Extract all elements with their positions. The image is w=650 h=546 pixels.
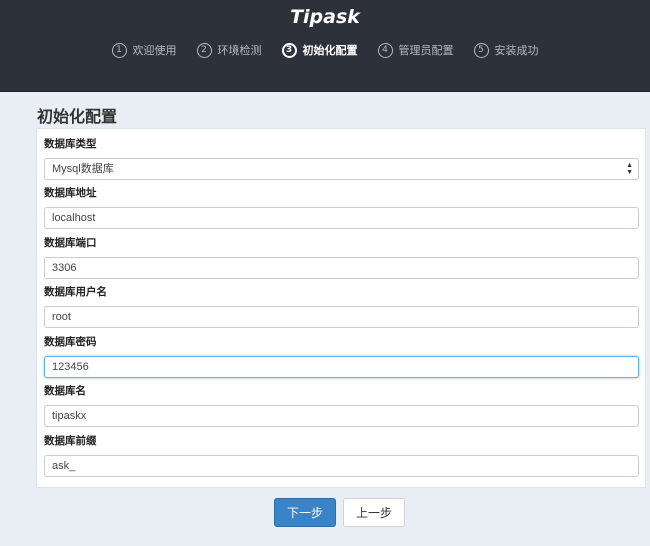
step-label: 环境检测 <box>217 44 262 57</box>
page-title: 初始化配置 <box>37 107 118 126</box>
step-label: 管理员配置 <box>398 44 454 57</box>
field-db-user: 数据库用户名 <box>44 284 639 328</box>
step-label: 安装成功 <box>494 44 539 57</box>
step-number-5: 5 <box>473 42 489 58</box>
db-port-label: 数据库端口 <box>44 237 97 249</box>
step-label: 初始化配置 <box>302 44 358 57</box>
step-number-2: 2 <box>196 42 212 58</box>
field-db-name: 数据库名 <box>44 383 639 427</box>
db-name-input[interactable] <box>44 405 639 427</box>
field-db-type: 数据库类型 Mysql数据库 ▲ ▼ <box>44 136 639 180</box>
step-number-1: 1 <box>111 42 127 58</box>
form-actions: 下一步 上一步 <box>29 498 650 527</box>
step-admin-config: 4 管理员配置 <box>377 42 454 58</box>
field-db-host: 数据库地址 <box>44 185 639 229</box>
db-type-selected: Mysql数据库 <box>52 163 114 175</box>
step-label: 欢迎使用 <box>132 44 177 57</box>
db-user-label: 数据库用户名 <box>44 286 107 298</box>
db-type-select[interactable]: Mysql数据库 ▲ ▼ <box>44 158 639 180</box>
db-password-label: 数据库密码 <box>44 336 97 348</box>
main-content: 初始化配置 数据库类型 Mysql数据库 ▲▼ 数据库地址 数据库端口 数据库用… <box>29 93 650 541</box>
next-step-button[interactable]: 下一步 <box>273 498 336 527</box>
step-init-config: 3 初始化配置 <box>281 42 358 58</box>
step-install-done: 5 安装成功 <box>473 42 539 58</box>
config-form: 数据库类型 Mysql数据库 ▲▼ 数据库地址 数据库端口 数据库用户名 数据库… <box>36 128 646 488</box>
db-port-input[interactable] <box>44 257 639 279</box>
db-prefix-input[interactable] <box>44 455 639 477</box>
step-env-check: 2 环境检测 <box>196 42 262 58</box>
prev-step-button[interactable]: 上一步 <box>343 498 406 527</box>
brand-logo: Tipask <box>290 6 360 28</box>
db-prefix-label: 数据库前缀 <box>44 435 97 447</box>
db-user-input[interactable] <box>44 306 639 328</box>
install-steps: 1 欢迎使用 2 环境检测 3 初始化配置 4 管理员配置 5 安装成功 <box>0 42 650 58</box>
step-number-3: 3 <box>281 42 297 58</box>
db-password-input[interactable] <box>44 356 639 378</box>
step-welcome: 1 欢迎使用 <box>111 42 177 58</box>
db-host-input[interactable] <box>44 207 639 229</box>
db-type-label: 数据库类型 <box>44 138 97 150</box>
header: Tipask 1 欢迎使用 2 环境检测 3 初始化配置 4 管理员配置 5 安… <box>0 0 650 92</box>
field-db-password: 数据库密码 <box>44 334 639 378</box>
db-host-label: 数据库地址 <box>44 187 97 199</box>
select-arrows-icon: ▲ ▼ <box>626 162 633 176</box>
field-db-port: 数据库端口 <box>44 235 639 279</box>
field-db-prefix: 数据库前缀 <box>44 433 639 477</box>
db-name-label: 数据库名 <box>44 385 86 397</box>
step-number-4: 4 <box>377 42 393 58</box>
